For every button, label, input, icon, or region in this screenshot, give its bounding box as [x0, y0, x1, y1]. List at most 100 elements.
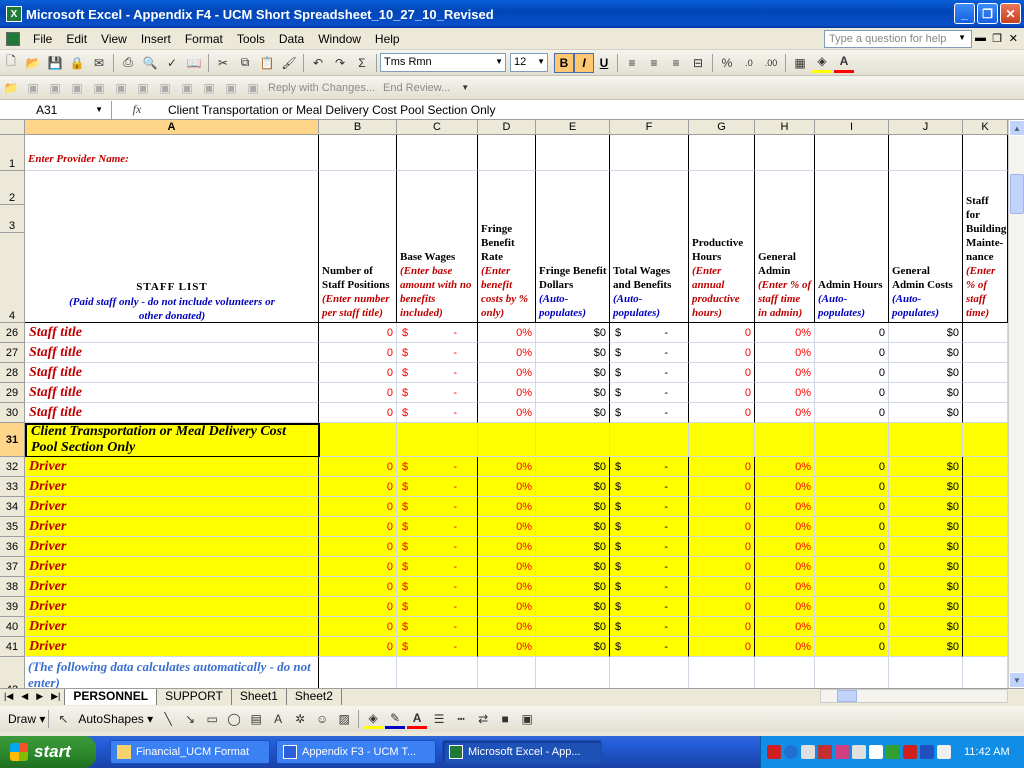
dash-style-icon[interactable]: ┅: [451, 709, 471, 729]
print-preview-icon[interactable]: 🔍: [140, 53, 160, 73]
fringe-rate-cell[interactable]: 0%: [478, 537, 536, 557]
fringe-rate-cell[interactable]: 0%: [478, 363, 536, 383]
productive-hours-cell[interactable]: 0: [689, 477, 755, 497]
tray-icon-5[interactable]: [835, 745, 849, 759]
staff-title-cell[interactable]: Driver: [25, 597, 319, 617]
column-title-e[interactable]: Fringe Benefit Dollars (Auto-populates): [536, 171, 610, 323]
productive-hours-cell[interactable]: 0: [689, 343, 755, 363]
building-maint-cell[interactable]: [963, 537, 1008, 557]
row-header[interactable]: 36: [0, 537, 25, 557]
staff-title-cell[interactable]: Driver: [25, 497, 319, 517]
base-wages-cell[interactable]: $ -: [397, 537, 478, 557]
first-sheet-icon[interactable]: |◀: [0, 691, 17, 702]
admin-hours-cell[interactable]: 0: [815, 323, 889, 343]
review-icon-1[interactable]: ▣: [23, 78, 43, 98]
cell-footer[interactable]: [963, 657, 1008, 688]
cell-footer[interactable]: [478, 657, 536, 688]
fill-color-icon[interactable]: ◈: [812, 53, 832, 73]
cell-footer[interactable]: [397, 657, 478, 688]
admin-hours-cell[interactable]: 0: [815, 457, 889, 477]
help-search-input[interactable]: Type a question for help: [824, 30, 972, 48]
base-wages-cell[interactable]: $ -: [397, 323, 478, 343]
general-admin-cell[interactable]: 0%: [755, 497, 815, 517]
staff-title-cell[interactable]: Driver: [25, 617, 319, 637]
tray-icon-9[interactable]: [903, 745, 917, 759]
close-button[interactable]: ✕: [1000, 3, 1021, 24]
admin-costs-cell[interactable]: $0: [889, 577, 963, 597]
align-right-icon[interactable]: ≡: [666, 53, 686, 73]
productive-hours-cell[interactable]: 0: [689, 403, 755, 423]
general-admin-cell[interactable]: 0%: [755, 517, 815, 537]
productive-hours-cell[interactable]: 0: [689, 637, 755, 657]
fringe-dollars-cell[interactable]: $0: [536, 617, 610, 637]
cell-f1[interactable]: [610, 135, 689, 171]
tray-icon-4[interactable]: [818, 745, 832, 759]
column-header-c[interactable]: C: [397, 120, 478, 135]
column-header-g[interactable]: G: [689, 120, 755, 135]
task-excel[interactable]: Microsoft Excel - App...: [442, 740, 602, 764]
row-header[interactable]: 32: [0, 457, 25, 477]
fringe-rate-cell[interactable]: 0%: [478, 637, 536, 657]
positions-cell[interactable]: 0: [319, 343, 397, 363]
horizontal-scrollbar[interactable]: [820, 689, 1008, 703]
building-maint-cell[interactable]: [963, 363, 1008, 383]
positions-cell[interactable]: 0: [319, 323, 397, 343]
column-title-b[interactable]: Number of Staff Positions (Enter number p…: [319, 171, 397, 323]
admin-hours-cell[interactable]: 0: [815, 617, 889, 637]
tab-sheet1[interactable]: Sheet1: [230, 688, 286, 705]
doc-minimize-icon[interactable]: ▬: [975, 32, 986, 44]
staff-title-cell[interactable]: Driver: [25, 517, 319, 537]
cell-footer[interactable]: [755, 657, 815, 688]
staff-title-cell[interactable]: Driver: [25, 457, 319, 477]
fringe-dollars-cell[interactable]: $0: [536, 363, 610, 383]
admin-costs-cell[interactable]: $0: [889, 343, 963, 363]
draw-menu-button[interactable]: Draw ▾: [8, 712, 45, 726]
building-maint-cell[interactable]: [963, 383, 1008, 403]
increase-decimal-icon[interactable]: .0: [739, 53, 759, 73]
productive-hours-cell[interactable]: 0: [689, 597, 755, 617]
building-maint-cell[interactable]: [963, 403, 1008, 423]
admin-hours-cell[interactable]: 0: [815, 597, 889, 617]
building-maint-cell[interactable]: [963, 577, 1008, 597]
last-sheet-icon[interactable]: ▶|: [47, 691, 64, 702]
select-all-corner[interactable]: [0, 120, 25, 135]
row-header[interactable]: 28: [0, 363, 25, 383]
base-wages-cell[interactable]: $ -: [397, 597, 478, 617]
line-icon[interactable]: ╲: [158, 709, 178, 729]
base-wages-cell[interactable]: $ -: [397, 343, 478, 363]
review-icon-3[interactable]: ▣: [67, 78, 87, 98]
fringe-dollars-cell[interactable]: $0: [536, 477, 610, 497]
staff-title-cell[interactable]: Staff title: [25, 363, 319, 383]
fringe-dollars-cell[interactable]: $0: [536, 457, 610, 477]
doc-close-icon[interactable]: ✕: [1009, 32, 1018, 45]
row-header[interactable]: 31: [0, 423, 25, 457]
fringe-rate-cell[interactable]: 0%: [478, 577, 536, 597]
new-icon[interactable]: 🗋: [1, 53, 21, 73]
name-box[interactable]: A31 ▼: [0, 100, 112, 119]
building-maint-cell[interactable]: [963, 597, 1008, 617]
staff-title-cell[interactable]: Driver: [25, 577, 319, 597]
tab-sheet2[interactable]: Sheet2: [285, 688, 342, 705]
autosum-icon[interactable]: Σ: [352, 53, 372, 73]
general-admin-cell[interactable]: 0%: [755, 537, 815, 557]
toolbar-options-icon[interactable]: ▼: [455, 78, 475, 98]
admin-hours-cell[interactable]: 0: [815, 537, 889, 557]
scroll-thumb[interactable]: [1010, 174, 1024, 214]
column-title-f[interactable]: Total Wages and Benefits (Auto-populates): [610, 171, 689, 323]
productive-hours-cell[interactable]: 0: [689, 557, 755, 577]
menu-insert[interactable]: Insert: [134, 32, 178, 46]
admin-costs-cell[interactable]: $0: [889, 597, 963, 617]
line-style-icon[interactable]: ☰: [429, 709, 449, 729]
cell-footer[interactable]: [689, 657, 755, 688]
total-wages-cell[interactable]: $ -: [610, 457, 689, 477]
base-wages-cell[interactable]: $ -: [397, 517, 478, 537]
admin-costs-cell[interactable]: $0: [889, 497, 963, 517]
menu-tools[interactable]: Tools: [230, 32, 272, 46]
minimize-button[interactable]: _: [954, 3, 975, 24]
row-header[interactable]: 26: [0, 323, 25, 343]
productive-hours-cell[interactable]: 0: [689, 363, 755, 383]
prev-sheet-icon[interactable]: ◀: [17, 691, 32, 702]
building-maint-cell[interactable]: [963, 323, 1008, 343]
row-header[interactable]: 2: [0, 171, 25, 205]
tab-support[interactable]: SUPPORT: [156, 688, 231, 705]
